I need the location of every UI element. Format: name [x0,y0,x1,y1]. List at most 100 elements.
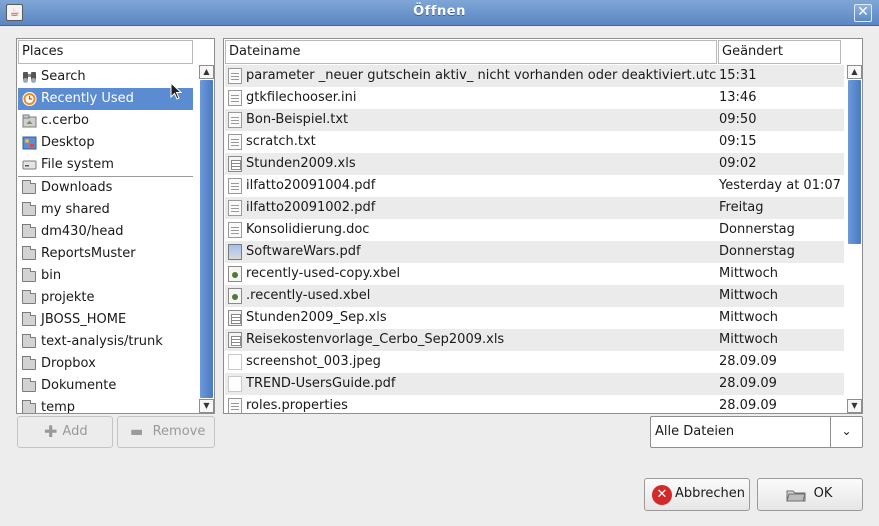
file-name: gtkfilechooser.ini [246,90,357,105]
bookmark-item[interactable]: Dropbox [18,353,193,375]
document-icon [228,90,242,106]
add-place-button[interactable]: ✚ Add [17,416,113,448]
file-name: .recently-used.xbel [246,288,371,303]
file-modified: Freitag [719,200,764,215]
bookmark-label: text-analysis/trunk [41,334,163,349]
bookmark-item[interactable]: dm430/head [18,221,193,243]
bookmark-file-icon [228,266,242,282]
file-type-filter[interactable]: Alle Dateien ⌄ [650,416,863,448]
mouse-cursor-icon [170,82,182,100]
scroll-thumb[interactable] [200,80,213,398]
places-scrollbar[interactable]: ▲ ▼ [199,65,214,413]
remove-place-button[interactable]: ▬ Remove [117,416,215,448]
folder-icon [22,312,36,326]
file-name: SoftwareWars.pdf [246,244,361,259]
file-list: parameter _neuer gutschein aktiv_ nicht … [225,65,844,413]
file-row[interactable]: recently-used-copy.xbel Mittwoch [225,263,844,285]
cancel-button[interactable]: ✕ Abbrechen [644,478,750,511]
scroll-up-icon[interactable]: ▲ [199,65,214,79]
document-icon [228,200,242,216]
file-row[interactable]: TREND-UsersGuide.pdf 28.09.09 [225,373,844,395]
file-modified: 13:46 [719,90,757,105]
sidebar-item-label: Search [41,69,86,84]
file-row[interactable]: Bon-Beispiel.txt 09:50 [225,109,844,131]
file-row[interactable]: gtkfilechooser.ini 13:46 [225,87,844,109]
file-row[interactable]: parameter _neuer gutschein aktiv_ nicht … [225,65,844,87]
bookmark-label: JBOSS_HOME [41,312,127,327]
recent-icon [22,92,37,106]
bookmark-item[interactable]: projekte [18,287,193,309]
open-folder-icon [786,490,806,502]
sidebar-item-label: File system [41,157,114,172]
spreadsheet-icon [228,156,242,172]
minus-icon: ▬ [130,424,144,440]
ok-button[interactable]: OK [757,478,863,511]
bookmark-file-icon [228,288,242,304]
file-modified: Donnerstag [719,244,795,259]
scroll-down-icon[interactable]: ▼ [847,399,862,413]
bookmark-label: projekte [41,290,95,305]
bookmark-label: temp [41,400,76,414]
column-header-name[interactable]: Dateiname [225,40,717,64]
bookmark-item[interactable]: bin [18,265,193,287]
sidebar-item-label: c.cerbo [41,113,89,128]
file-name: ilfatto20091004.pdf [246,178,376,193]
bookmark-item[interactable]: ReportsMuster [18,243,193,265]
file-name: roles.properties [246,398,348,413]
close-icon[interactable]: ✕ [854,4,872,22]
scroll-up-icon[interactable]: ▲ [847,65,862,79]
image-file-icon [228,244,242,260]
sidebar-item-desktop[interactable]: Desktop [18,132,193,154]
file-modified: Mittwoch [719,332,778,347]
file-name: scratch.txt [246,134,316,149]
file-name: parameter _neuer gutschein aktiv_ nicht … [246,68,717,83]
places-header[interactable]: Places [18,40,193,64]
file-modified: 28.09.09 [719,376,777,391]
files-scrollbar[interactable]: ▲ ▼ [847,65,862,413]
file-modified: 09:02 [719,156,757,171]
file-row[interactable]: screenshot_003.jpeg 28.09.09 [225,351,844,373]
file-row[interactable]: ilfatto20091004.pdf Yesterday at 01:07 [225,175,844,197]
file-row[interactable]: scratch.txt 09:15 [225,131,844,153]
sidebar-item-search[interactable]: Search [18,66,193,88]
column-header-modified[interactable]: Geändert [718,40,841,64]
home-icon [22,114,37,128]
file-row[interactable]: .recently-used.xbel Mittwoch [225,285,844,307]
file-row[interactable]: Stunden2009_Sep.xls Mittwoch [225,307,844,329]
sidebar-item-home[interactable]: c.cerbo [18,110,193,132]
bookmark-label: bin [41,268,62,283]
file-row[interactable]: Reisekostenvorlage_Cerbo_Sep2009.xls Mitt… [225,329,844,351]
chevron-down-icon[interactable]: ⌄ [830,417,862,447]
file-modified: Yesterday at 01:07 [719,178,841,193]
file-modified: Mittwoch [719,266,778,281]
document-icon [228,112,242,128]
file-row[interactable]: roles.properties 28.09.09 [225,395,844,413]
scroll-down-icon[interactable]: ▼ [199,399,214,413]
file-row[interactable]: Konsolidierung.doc Donnerstag [225,219,844,241]
sidebar-item-file-system[interactable]: File system [18,154,193,176]
folder-icon [22,290,36,304]
folder-icon [22,334,36,348]
bookmark-label: Downloads [41,180,113,195]
bookmark-label: Dokumente [41,378,117,393]
file-name: ilfatto20091002.pdf [246,200,376,215]
bookmark-item[interactable]: temp [18,397,193,414]
file-row[interactable]: SoftwareWars.pdf Donnerstag [225,241,844,263]
file-row[interactable]: ilfatto20091002.pdf Freitag [225,197,844,219]
bookmark-item[interactable]: text-analysis/trunk [18,331,193,353]
search-icon [23,72,36,83]
folder-icon [22,268,36,282]
scroll-thumb[interactable] [848,80,861,244]
spreadsheet-icon [228,332,242,348]
folder-icon [22,400,36,413]
bookmark-item[interactable]: my shared [18,199,193,221]
file-name: Konsolidierung.doc [246,222,370,237]
bookmark-item[interactable]: JBOSS_HOME [18,309,193,331]
bookmark-item[interactable]: Downloads [18,177,193,199]
plus-icon: ✚ [44,422,58,441]
file-row[interactable]: Stunden2009.xls 09:02 [225,153,844,175]
bookmark-label: ReportsMuster [41,246,136,261]
bookmark-item[interactable]: Dokumente [18,375,193,397]
file-modified: Mittwoch [719,310,778,325]
sidebar-item-recently-used[interactable]: Recently Used [18,88,193,110]
